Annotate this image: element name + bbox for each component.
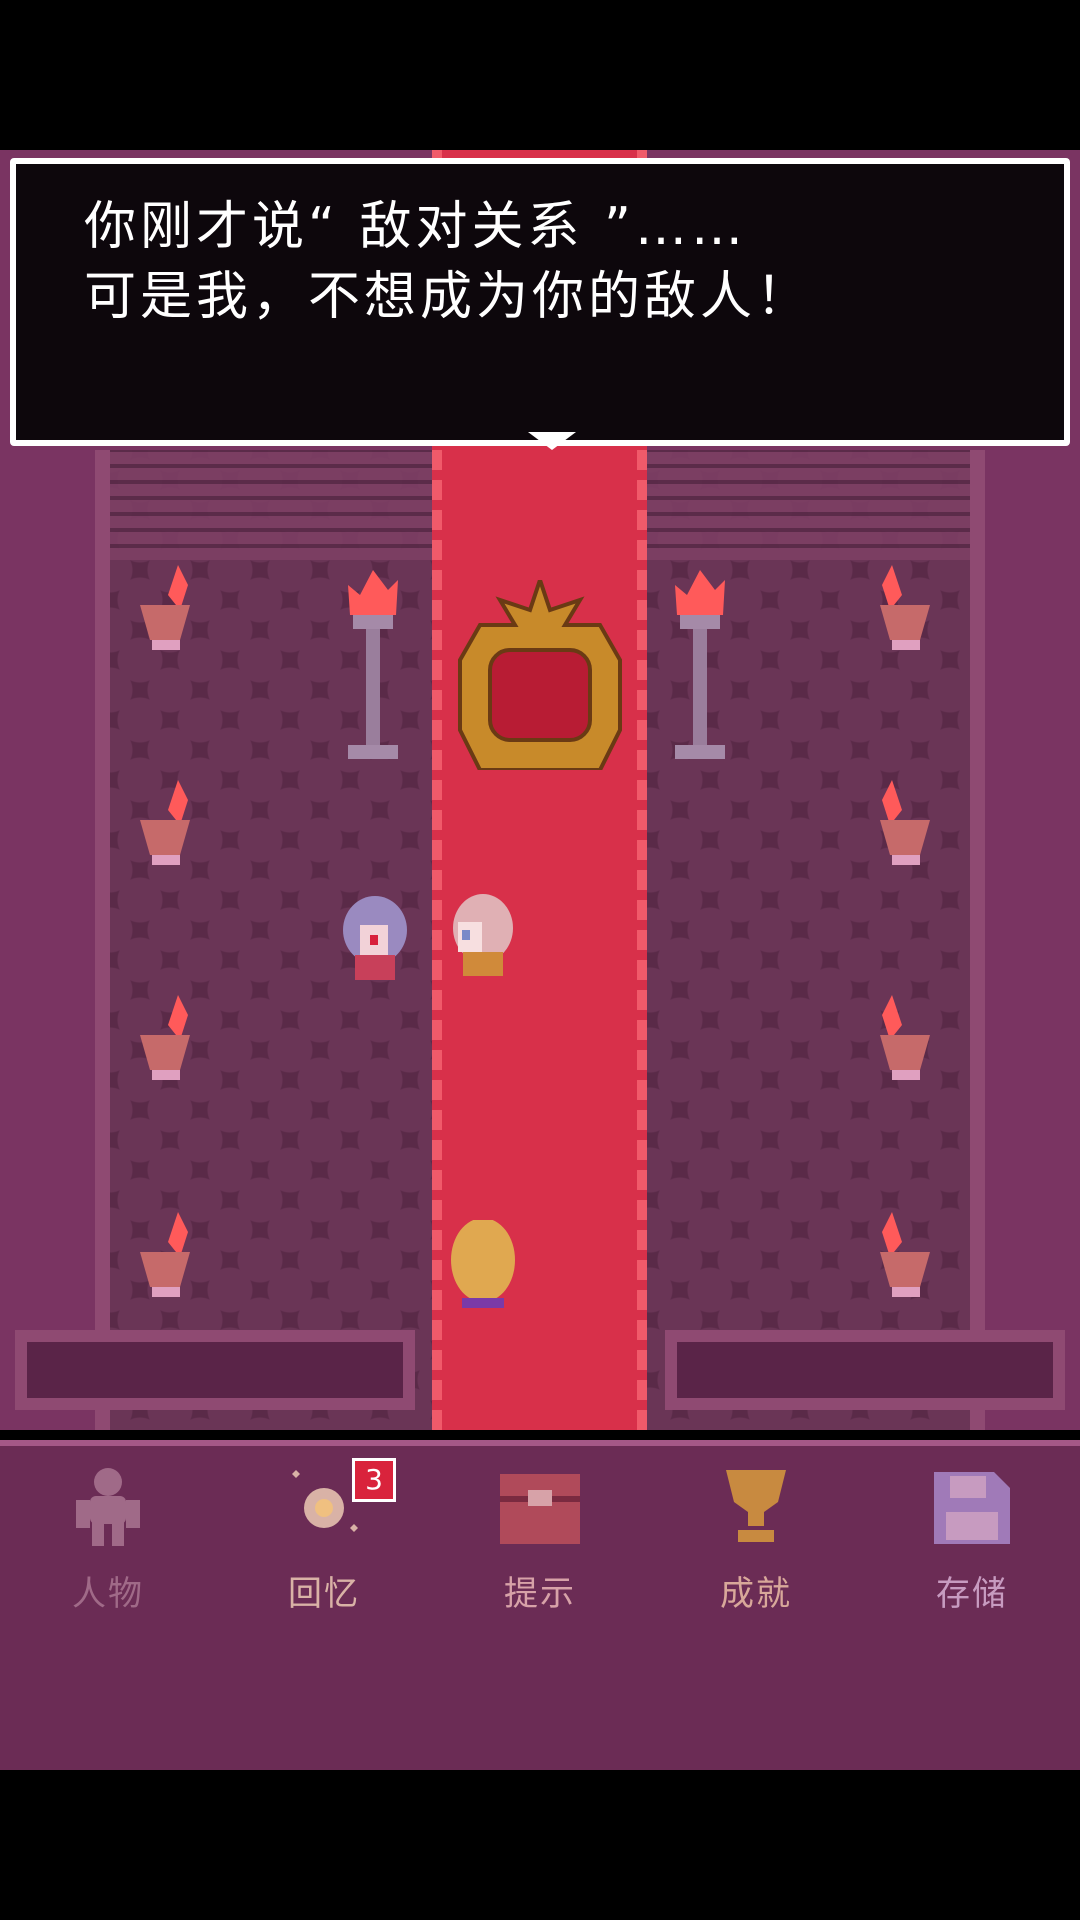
wall-torch [880, 995, 930, 1080]
trophy-icon [726, 1470, 786, 1542]
character-blonde-back[interactable] [448, 1220, 518, 1320]
wall-torch [140, 565, 190, 650]
wall-torch [140, 995, 190, 1080]
dialog-text: 你刚才说“ 敌对关系 ”…… 可是我，不想成为你的敌人！ [84, 192, 812, 332]
menu-label: 回忆 [288, 1574, 360, 1614]
wall-torch [880, 565, 930, 650]
menu-achievements-button[interactable]: 成就 [648, 1466, 864, 1616]
character-pink-hair[interactable] [448, 890, 518, 990]
dialog-line-2: 可是我，不想成为你的敌人！ [84, 267, 813, 327]
menu-label: 成就 [720, 1574, 792, 1614]
menu-save-button[interactable]: 存储 [864, 1466, 1080, 1616]
menu-label: 提示 [504, 1574, 576, 1614]
wall-torch [140, 1212, 190, 1297]
wall-torch [140, 780, 190, 865]
character-purple-hair[interactable] [340, 895, 410, 995]
bottom-menu: 人物 回忆 3 提示 成就 存储 [0, 1440, 1080, 1770]
wall-torch [880, 1212, 930, 1297]
pillar-torch [675, 570, 725, 759]
pillar-torch [348, 570, 398, 759]
menu-memories-button[interactable]: 回忆 [216, 1466, 432, 1616]
person-icon [76, 1468, 140, 1546]
dialog-line-1: 你刚才说“ 敌对关系 ”…… [84, 197, 747, 257]
dialog-box[interactable]: 你刚才说“ 敌对关系 ”…… 可是我，不想成为你的敌人！ [10, 158, 1070, 450]
wall-torch [880, 780, 930, 865]
memory-count-badge: 3 [352, 1458, 396, 1502]
save-icon [934, 1472, 1010, 1544]
menu-hints-button[interactable]: 提示 [432, 1466, 648, 1616]
lower-wall-right [665, 1330, 1065, 1410]
continue-arrow-icon [528, 432, 576, 450]
menu-label: 人物 [72, 1574, 144, 1614]
chest-icon [500, 1474, 580, 1544]
throne [458, 580, 622, 770]
menu-label: 存储 [936, 1574, 1008, 1614]
lower-wall-left [15, 1330, 415, 1410]
menu-characters-button[interactable]: 人物 [0, 1466, 216, 1616]
